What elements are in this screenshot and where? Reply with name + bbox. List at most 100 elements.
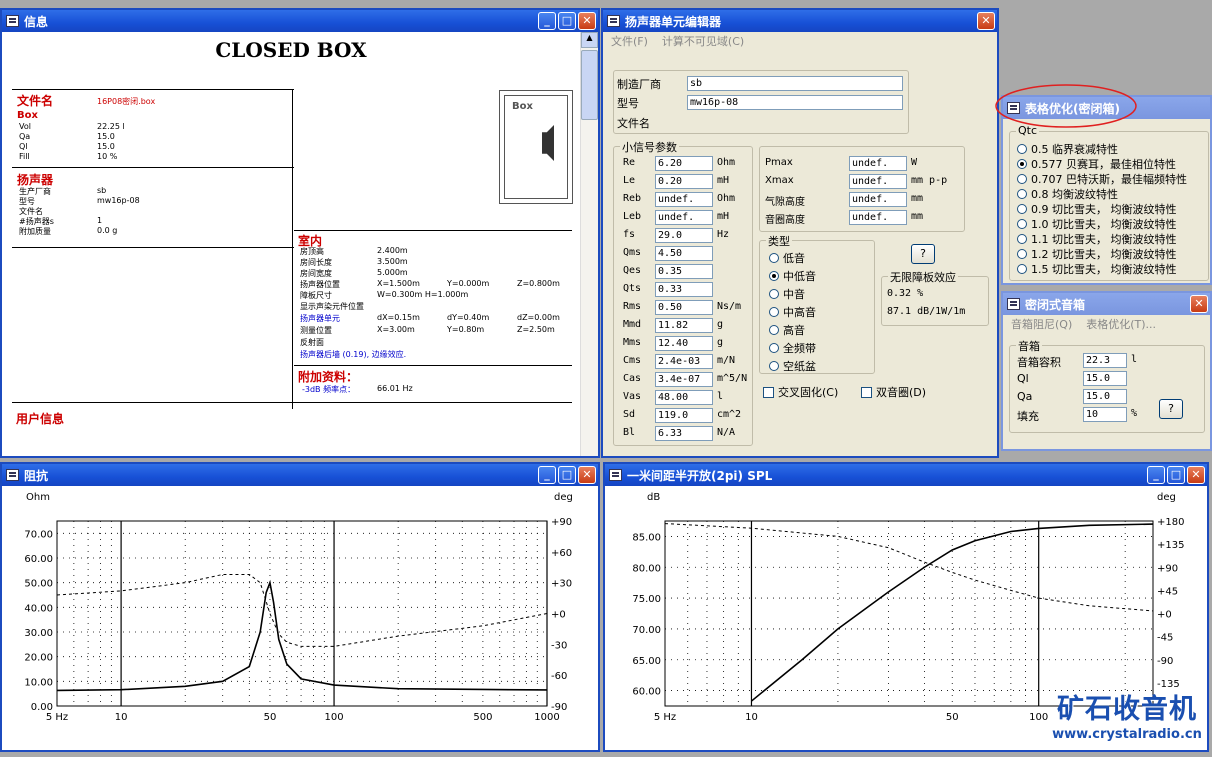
mfr-label: 制造厂商	[617, 78, 661, 91]
minimize-button[interactable]: _	[538, 466, 556, 484]
qtc-radio-label: 0.5 临界衰减特性	[1031, 143, 1118, 156]
editor-close-button[interactable]: ✕	[977, 12, 995, 30]
close-button[interactable]: ✕	[1187, 466, 1205, 484]
editor-help-button[interactable]: ?	[911, 244, 935, 264]
editor-titlebar[interactable]: 扬声器单元编辑器 ✕	[603, 10, 997, 32]
qtc-radio[interactable]: 0.9 切比雪夫， 均衡波纹特性	[1017, 201, 1177, 217]
cbox-row-input[interactable]: 15.0	[1083, 371, 1127, 386]
y-tick-label: 10.00	[24, 677, 53, 688]
type-radio[interactable]: 全频带	[769, 340, 816, 356]
param-unit: cm^2	[717, 409, 742, 420]
param-input[interactable]: undef.	[655, 210, 713, 225]
mfr-input[interactable]: sb	[687, 76, 903, 91]
type-radio-label: 中音	[783, 288, 805, 301]
param-input[interactable]: 6.20	[655, 156, 713, 171]
info-scrollbar[interactable]: ▲	[580, 32, 598, 456]
limit-label: 气隙高度	[765, 197, 805, 208]
qtc-radio[interactable]: 1.0 切比雪夫， 均衡波纹特性	[1017, 216, 1177, 232]
param-unit: N/A	[717, 427, 736, 438]
scroll-up-icon[interactable]: ▲	[581, 32, 598, 48]
qtc-radio[interactable]: 1.5 切比雪夫， 均衡波纹特性	[1017, 261, 1177, 277]
type-radio[interactable]: 中高音	[769, 304, 816, 320]
type-radio[interactable]: 低音	[769, 250, 805, 266]
spl-title: 一米间距半开放(2pi) SPL	[627, 468, 773, 483]
cbox-close-button[interactable]: ✕	[1190, 295, 1208, 313]
qtc-radio-label: 1.2 切比雪夫， 均衡波纹特性	[1031, 248, 1177, 261]
chart-icon	[6, 469, 19, 481]
param-input[interactable]: 6.33	[655, 426, 713, 441]
x-tick-label: 1000	[534, 712, 559, 723]
window-icon	[607, 15, 620, 27]
param-input[interactable]: 12.40	[655, 336, 713, 351]
crossover-label: 交叉固化(C)	[778, 386, 839, 399]
param-label: Cms	[623, 355, 642, 366]
qtc-radio[interactable]: 1.1 切比雪夫， 均衡波纹特性	[1017, 231, 1177, 247]
qtc-radio[interactable]: 1.2 切比雪夫， 均衡波纹特性	[1017, 246, 1177, 262]
impedance-chart: 70.0060.0050.0040.0030.0020.0010.000.00+…	[24, 492, 573, 723]
param-input[interactable]: 119.0	[655, 408, 713, 423]
cbox-row-input[interactable]: 10	[1083, 407, 1127, 422]
cbox-row-input[interactable]: 22.3	[1083, 353, 1127, 368]
cbox-row-input[interactable]: 15.0	[1083, 389, 1127, 404]
param-input[interactable]: 0.33	[655, 282, 713, 297]
radio-icon	[769, 361, 779, 371]
y-tick-label: 20.00	[24, 653, 53, 664]
maximize-button[interactable]: □	[558, 466, 576, 484]
param-input[interactable]: 4.50	[655, 246, 713, 261]
model-input[interactable]: mw16p-08	[687, 95, 903, 110]
limit-input[interactable]: undef.	[849, 192, 907, 207]
type-radio[interactable]: 中音	[769, 286, 805, 302]
menu-table-opt[interactable]: 表格优化(T)...	[1086, 316, 1156, 332]
param-input[interactable]: 29.0	[655, 228, 713, 243]
param-input[interactable]: 0.35	[655, 264, 713, 279]
close-button[interactable]: ✕	[578, 466, 596, 484]
param-input[interactable]: 3.4e-07	[655, 372, 713, 387]
param-input[interactable]: 11.82	[655, 318, 713, 333]
qtc-radio[interactable]: 0.577 贝赛耳，最佳相位特性	[1017, 156, 1176, 172]
cbox-titlebar[interactable]: 密闭式音箱 ✕	[1003, 293, 1210, 315]
y-unit-label: Ohm	[26, 492, 50, 503]
qtc-radio[interactable]: 0.5 临界衰减特性	[1017, 141, 1118, 157]
qtc-radio[interactable]: 0.707 巴特沃斯，最佳幅频特性	[1017, 171, 1187, 187]
param-input[interactable]: undef.	[655, 192, 713, 207]
info-titlebar[interactable]: 信息 _ □ ✕	[2, 10, 598, 32]
dual-coil-checkbox[interactable]: 双音圈(D)	[861, 384, 926, 400]
type-radio[interactable]: 中低音	[769, 268, 816, 284]
radio-icon	[1017, 264, 1027, 274]
menu-calc[interactable]: 计算不可见域(C)	[662, 33, 744, 49]
scroll-thumb[interactable]	[581, 50, 598, 120]
minimize-button[interactable]: _	[1147, 466, 1165, 484]
limit-input[interactable]: undef.	[849, 210, 907, 225]
param-input[interactable]: 0.50	[655, 300, 713, 315]
param-input[interactable]: 0.20	[655, 174, 713, 189]
menu-file[interactable]: 文件(F)	[611, 33, 648, 49]
param-input[interactable]: 2.4e-03	[655, 354, 713, 369]
minimize-button[interactable]: _	[538, 12, 556, 30]
impedance-titlebar[interactable]: 阻抗 _ □ ✕	[2, 464, 598, 486]
param-input[interactable]: 48.00	[655, 390, 713, 405]
radio-icon	[1017, 159, 1027, 169]
cbox-row-label: 填充	[1017, 410, 1039, 423]
spl-titlebar[interactable]: 一米间距半开放(2pi) SPL _ □ ✕	[605, 464, 1207, 486]
info-content: CLOSED BOX 文件名 16P08密闭.box Box Vol 22.25 …	[2, 32, 580, 456]
close-button[interactable]: ✕	[578, 12, 596, 30]
maximize-button[interactable]: □	[558, 12, 576, 30]
menu-damping[interactable]: 音箱阻尼(Q)	[1011, 316, 1072, 332]
room-row-label: 房间长度	[300, 258, 332, 267]
y-tick-label: 65.00	[632, 656, 661, 667]
cbox-help-button[interactable]: ?	[1159, 399, 1183, 419]
cbox-row-unit: %	[1131, 408, 1138, 419]
limit-label: 音圈高度	[765, 215, 805, 226]
type-radio[interactable]: 空纸盆	[769, 358, 816, 374]
maximize-button[interactable]: □	[1167, 466, 1185, 484]
limit-input[interactable]: undef.	[849, 174, 907, 189]
y2-tick-label: -30	[551, 640, 567, 651]
limit-input[interactable]: undef.	[849, 156, 907, 171]
param-unit: mH	[717, 175, 730, 186]
x-tick-label: 10	[745, 712, 758, 723]
type-radio[interactable]: 高音	[769, 322, 805, 338]
qtc-radio[interactable]: 0.8 均衡波纹特性	[1017, 186, 1118, 202]
crossover-checkbox[interactable]: 交叉固化(C)	[763, 384, 838, 400]
small-signal-label: 小信号参数	[620, 139, 679, 155]
room-detail: 测量位置	[300, 326, 332, 335]
